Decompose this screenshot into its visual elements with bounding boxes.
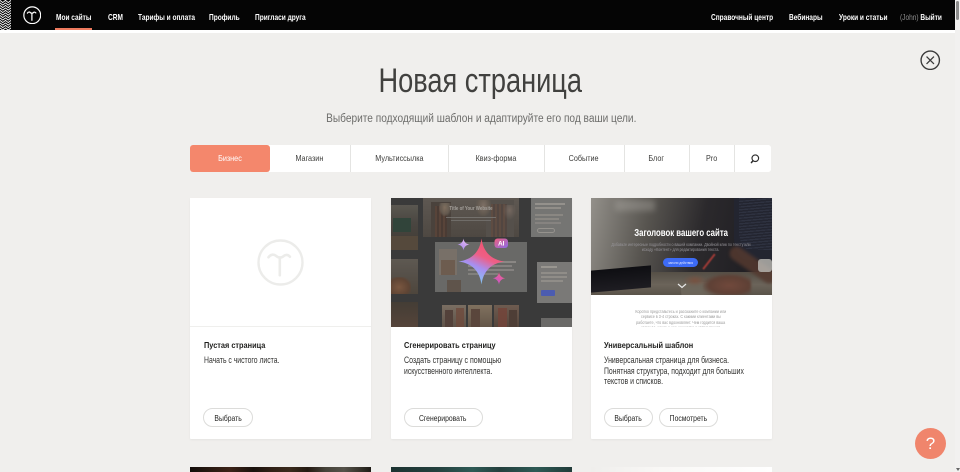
svg-text:AI: AI: [497, 241, 504, 248]
